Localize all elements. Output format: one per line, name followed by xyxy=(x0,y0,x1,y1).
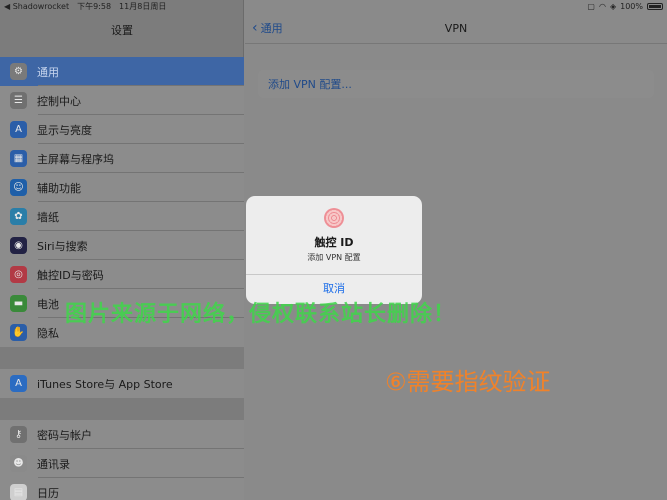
back-to-app-link[interactable]: ◀ Shadowrocket xyxy=(4,2,69,11)
sidebar-item[interactable]: ⚙ 通用 xyxy=(0,57,244,86)
sidebar-item[interactable]: ◉ Siri与搜索 xyxy=(0,231,244,260)
group-gap xyxy=(0,398,244,420)
status-date: 11月8日周日 xyxy=(119,2,167,11)
add-vpn-configuration-button[interactable]: 添加 VPN 配置... xyxy=(258,70,654,98)
sidebar-item[interactable]: ⚷ 密码与帐户 xyxy=(0,420,244,449)
gear-icon: ⚙ xyxy=(10,63,27,80)
cancel-button[interactable]: 取消 xyxy=(246,280,422,296)
sidebar-item-label: 日历 xyxy=(37,486,59,500)
fingerprint-icon: ◎ xyxy=(10,266,27,283)
touch-id-alert: 触控 ID 添加 VPN 配置 取消 xyxy=(246,196,422,304)
sidebar-item-label: 触控ID与密码 xyxy=(37,268,104,282)
status-right: ▢ ◠ ◈ 100% xyxy=(587,2,663,11)
key-icon: ⚷ xyxy=(10,426,27,443)
sidebar-item[interactable]: ☺ 辅助功能 xyxy=(0,173,244,202)
vpn-indicator-icon: ▢ xyxy=(587,2,595,11)
siri-icon: ◉ xyxy=(10,237,27,254)
sidebar-item-label: 隐私 xyxy=(37,326,59,340)
status-time: 下午9:58 xyxy=(77,2,112,11)
sidebar-item-label: iTunes Store与 App Store xyxy=(37,377,173,391)
battery-percent: 100% xyxy=(620,2,643,11)
alert-divider xyxy=(246,274,422,275)
sidebar-item-label: 通用 xyxy=(37,65,59,79)
fingerprint-icon xyxy=(324,208,344,228)
text-size-icon: A xyxy=(10,121,27,138)
calendar-icon: ▤ xyxy=(10,484,27,500)
sidebar-item[interactable]: ▤ 日历 xyxy=(0,478,244,500)
sidebar-item[interactable]: ✿ 墙纸 xyxy=(0,202,244,231)
flower-icon: ✿ xyxy=(10,208,27,225)
battery-icon: ▬ xyxy=(10,295,27,312)
sidebar-item-label: 墙纸 xyxy=(37,210,59,224)
alert-title: 触控 ID xyxy=(314,236,354,249)
sidebar-item-label: 密码与帐户 xyxy=(37,428,92,442)
wifi-icon: ◠ xyxy=(598,2,606,11)
accessibility-icon: ☺ xyxy=(10,179,27,196)
sidebar-item[interactable]: ☻ 通讯录 xyxy=(0,449,244,478)
grid-icon: ▦ xyxy=(10,150,27,167)
settings-group: ⚷ 密码与帐户 ☻ 通讯录 ▤ 日历 xyxy=(0,420,244,500)
sidebar-item-label: Siri与搜索 xyxy=(37,239,88,253)
watermark-text: 图片来源于网络，侵权联系站长删除！ xyxy=(65,302,457,327)
nav-divider xyxy=(245,43,667,44)
battery-icon xyxy=(647,3,663,10)
settings-sidebar: 设置 ⚙ 通用 ☰ 控制中心 A 显示与亮度 ▦ 主屏幕与程序坞 ☺ 辅助功能 ✿ 墙纸 ◉ Siri与搜… xyxy=(0,0,244,500)
hand-icon: ✋ xyxy=(10,324,27,341)
sidebar-item[interactable]: ◎ 触控ID与密码 xyxy=(0,260,244,289)
app-store-icon: A xyxy=(10,375,27,392)
sidebar-item-label: 主屏幕与程序坞 xyxy=(37,152,114,166)
alert-message: 添加 VPN 配置 xyxy=(307,253,361,262)
sidebar-item[interactable]: ▦ 主屏幕与程序坞 xyxy=(0,144,244,173)
location-icon: ◈ xyxy=(609,2,617,11)
sidebar-item-label: 显示与亮度 xyxy=(37,123,92,137)
settings-group: AiTunes Store与 App Store xyxy=(0,369,244,398)
contacts-icon: ☻ xyxy=(10,455,27,472)
group-gap xyxy=(0,347,244,369)
sidebar-list: ⚙ 通用 ☰ 控制中心 A 显示与亮度 ▦ 主屏幕与程序坞 ☺ 辅助功能 ✿ 墙纸 ◉ Siri与搜索 ◎ 触… xyxy=(0,57,244,500)
sidebar-item-label: 控制中心 xyxy=(37,94,81,108)
sidebar-item[interactable]: AiTunes Store与 App Store xyxy=(0,369,244,398)
step-annotation: ⑥需要指纹验证 xyxy=(385,368,551,396)
sidebar-item-label: 电池 xyxy=(37,297,59,311)
sidebar-item-label: 通讯录 xyxy=(37,457,70,471)
page-title: VPN xyxy=(444,22,468,35)
toggle-icon: ☰ xyxy=(10,92,27,109)
sidebar-item[interactable]: A 显示与亮度 xyxy=(0,115,244,144)
status-bar: ◀ Shadowrocket 下午9:58 11月8日周日 ▢ ◠ ◈ 100% xyxy=(0,0,667,13)
status-left: ◀ Shadowrocket 下午9:58 11月8日周日 xyxy=(4,1,166,12)
sidebar-title: 设置 xyxy=(111,24,133,37)
sidebar-item-label: 辅助功能 xyxy=(37,181,81,195)
sidebar-item[interactable]: ☰ 控制中心 xyxy=(0,86,244,115)
